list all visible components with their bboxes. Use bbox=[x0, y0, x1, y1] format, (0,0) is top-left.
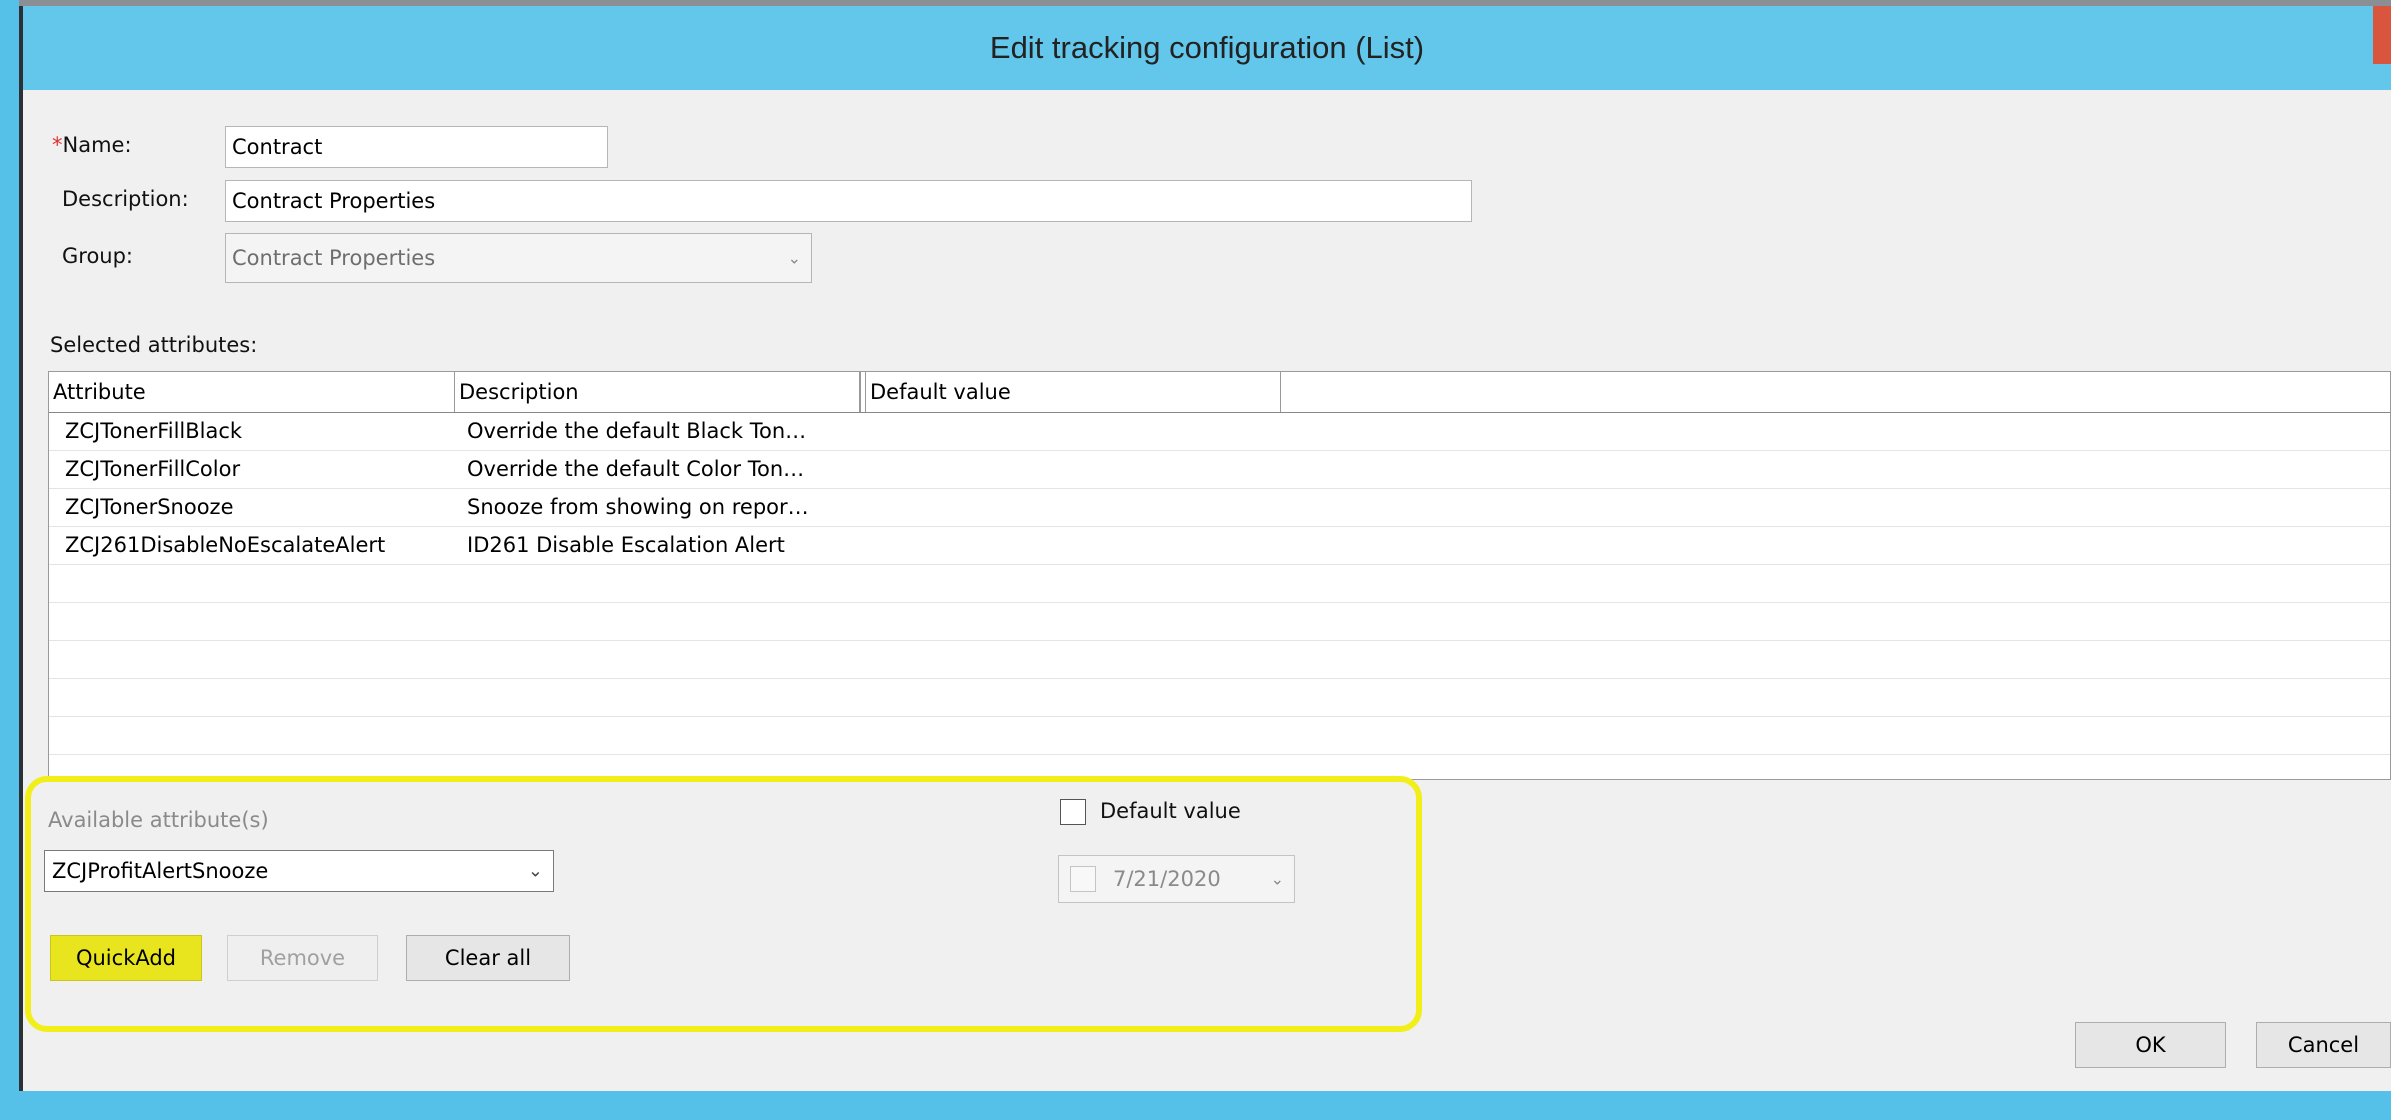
name-field[interactable]: Contract bbox=[225, 126, 608, 168]
remove-button[interactable]: Remove bbox=[227, 935, 378, 981]
table-row[interactable]: ZCJ261DisableNoEscalateAlert ID261 Disab… bbox=[49, 526, 2390, 565]
empty-row bbox=[49, 716, 2390, 755]
column-header-description[interactable]: Description bbox=[455, 372, 860, 412]
cell-description: Snooze from showing on repor… bbox=[467, 495, 809, 519]
table-row[interactable]: ZCJTonerFillBlack Override the default B… bbox=[49, 412, 2390, 451]
cell-attribute: ZCJTonerSnooze bbox=[65, 495, 234, 519]
window-frame-bottom bbox=[0, 1091, 2391, 1120]
cancel-button[interactable]: Cancel bbox=[2256, 1022, 2391, 1068]
empty-row bbox=[49, 640, 2390, 679]
window-title: Edit tracking configuration (List) bbox=[989, 30, 1425, 65]
window-frame-left bbox=[0, 0, 19, 1120]
default-value-checkbox[interactable] bbox=[1060, 799, 1086, 825]
chevron-down-icon: ⌄ bbox=[1270, 869, 1284, 889]
chevron-down-icon: ⌄ bbox=[787, 248, 801, 268]
description-field[interactable]: Contract Properties bbox=[225, 180, 1472, 222]
group-combobox[interactable]: Contract Properties ⌄ bbox=[225, 233, 812, 283]
column-header-default-value[interactable]: Default value bbox=[866, 372, 1281, 412]
required-marker: * bbox=[52, 133, 63, 157]
ok-button[interactable]: OK bbox=[2075, 1022, 2226, 1068]
default-value-label: Default value bbox=[1100, 799, 1241, 823]
table-row[interactable]: ZCJTonerFillColor Override the default C… bbox=[49, 450, 2390, 489]
title-bar[interactable]: Edit tracking configuration (List) bbox=[23, 6, 2391, 90]
close-button[interactable] bbox=[2373, 6, 2391, 64]
cell-description: Override the default Color Ton… bbox=[467, 457, 805, 481]
available-attributes-label: Available attribute(s) bbox=[48, 808, 269, 832]
clear-all-button[interactable]: Clear all bbox=[406, 935, 570, 981]
cell-attribute: ZCJTonerFillBlack bbox=[65, 419, 243, 443]
empty-row bbox=[49, 678, 2390, 717]
date-checkbox[interactable] bbox=[1070, 866, 1096, 892]
cell-description: ID261 Disable Escalation Alert bbox=[467, 533, 785, 557]
chevron-down-icon: ⌄ bbox=[527, 860, 543, 882]
name-label: *Name: bbox=[52, 133, 132, 157]
selected-attributes-grid[interactable]: Attribute Description Default value ZCJT… bbox=[48, 371, 2391, 780]
grid-header: Attribute Description Default value bbox=[49, 372, 2390, 413]
available-attributes-dropdown[interactable]: ZCJProfitAlertSnooze ⌄ bbox=[44, 850, 554, 892]
default-value-date-picker[interactable]: 7/21/2020 ⌄ bbox=[1058, 855, 1295, 903]
description-label: Description: bbox=[62, 187, 189, 211]
empty-row bbox=[49, 602, 2390, 641]
date-value: 7/21/2020 bbox=[1113, 867, 1221, 891]
empty-row bbox=[49, 564, 2390, 603]
cell-attribute: ZCJ261DisableNoEscalateAlert bbox=[65, 533, 386, 557]
cell-attribute: ZCJTonerFillColor bbox=[65, 457, 241, 481]
quickadd-button[interactable]: QuickAdd bbox=[50, 935, 202, 981]
group-label: Group: bbox=[62, 244, 134, 268]
cell-description: Override the default Black Ton… bbox=[467, 419, 807, 443]
column-header-attribute[interactable]: Attribute bbox=[49, 372, 455, 412]
selected-attributes-label: Selected attributes: bbox=[50, 333, 258, 357]
table-row[interactable]: ZCJTonerSnooze Snooze from showing on re… bbox=[49, 488, 2390, 527]
